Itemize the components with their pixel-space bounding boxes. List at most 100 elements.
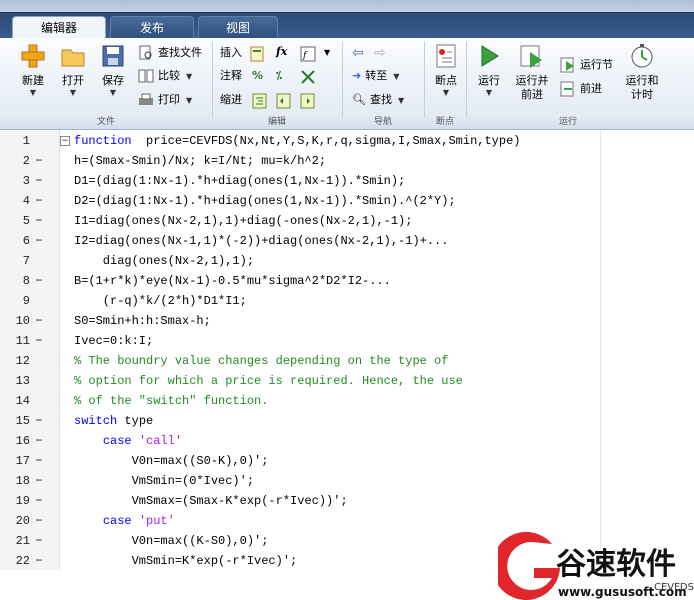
breakpoints-button[interactable]: 断点 ▼ [428, 42, 464, 98]
code-token: I2=diag(ones(Nx-1,1)*(-2))+diag(ones(Nx-… [74, 234, 449, 248]
code-line[interactable]: 7 diag(ones(Nx-2,1),1); [0, 251, 694, 271]
code-text: Ivec=0:k:I; [74, 331, 153, 351]
find-files-button[interactable]: 查找文件 [138, 44, 202, 62]
code-token: VmSmin=(0*Ivec)'; [74, 474, 255, 488]
code-text: % option for which a price is required. … [74, 371, 463, 391]
code-line[interactable]: 15− switch type [0, 411, 694, 431]
line-number: 15 [15, 414, 30, 428]
breakpoints-group-label: 断点 [435, 117, 454, 127]
new-button[interactable]: 新建 ▼ [14, 42, 52, 98]
percent-comment-icon[interactable]: % [252, 67, 263, 85]
breakpoint-marker[interactable]: − [34, 511, 44, 531]
insert-function-button[interactable]: fx [276, 43, 287, 61]
smart-indent-icon[interactable] [252, 93, 268, 109]
decrease-indent-icon[interactable] [276, 93, 292, 109]
code-text: D1=(diag(1:Nx-1).*h+diag(ones(1,Nx-1)).*… [74, 171, 405, 191]
chevron-down-icon[interactable]: ▼ [324, 44, 330, 62]
comment-button[interactable]: 注释 [220, 67, 242, 85]
advance-icon [560, 81, 574, 97]
code-text: (r-q)*k/(2*h)*D1*I1; [74, 291, 247, 311]
code-editor[interactable]: 1− function price=CEVFDS(Nx,Nt,Y,S,K,r,q,… [0, 130, 694, 570]
code-line[interactable]: 10− S0=Smin+h:h:Smax-h; [0, 311, 694, 331]
forward-arrow-icon[interactable]: ⇨ [374, 44, 386, 62]
run-button[interactable]: 运行 ▼ [472, 42, 506, 98]
code-token: 'call' [138, 434, 183, 448]
find-file-icon [139, 45, 152, 60]
line-number: 7 [22, 254, 30, 268]
breakpoint-marker[interactable]: − [34, 331, 44, 351]
edit-group-label: 编辑 [267, 117, 286, 127]
breakpoint-marker[interactable]: − [34, 411, 44, 431]
tab-publish[interactable]: 发布 [110, 16, 194, 39]
wrap-comment-icon[interactable]: ⁒ [276, 67, 282, 85]
code-token: diag(ones(Nx-2,1),1); [74, 254, 255, 268]
print-button[interactable]: 打印 ▼ [138, 91, 192, 109]
window-title-bar [0, 0, 694, 12]
code-token: % option for which a price is required. … [74, 374, 463, 388]
increase-indent-icon[interactable] [300, 93, 316, 109]
code-line[interactable]: 2− h=(Smax-Smin)/Nx; k=I/Nt; mu=k/h^2; [0, 151, 694, 171]
run-section-button[interactable]: 运行节 [560, 56, 613, 74]
breakpoint-marker[interactable]: − [34, 231, 44, 251]
insert-button[interactable]: 插入 [220, 44, 242, 62]
line-number: 8 [22, 274, 30, 288]
run-and-advance-button[interactable]: 运行并 前进 [512, 42, 552, 102]
group-divider [212, 42, 213, 118]
code-token: switch [74, 414, 118, 428]
code-line[interactable]: 8− B=(1+r*k)*eye(Nx-1)-0.5*mu*sigma^2*D2*… [0, 271, 694, 291]
breakpoint-marker[interactable]: − [34, 271, 44, 291]
breakpoint-marker[interactable]: − [34, 211, 44, 231]
save-button[interactable]: 保存 ▼ [94, 42, 132, 98]
tab-view[interactable]: 视图 [198, 16, 278, 39]
breakpoint-marker[interactable]: − [34, 471, 44, 491]
code-line[interactable]: 16− case 'call' [0, 431, 694, 451]
code-line[interactable]: 13 % option for which a price is required… [0, 371, 694, 391]
breakpoint-marker[interactable]: − [34, 311, 44, 331]
code-line[interactable]: 4− D2=(diag(1:Nx-1).*h+diag(ones(1,Nx-1))… [0, 191, 694, 211]
code-line[interactable]: 11− Ivec=0:k:I; [0, 331, 694, 351]
code-text: VmSmax=(Smax-K*exp(-r*Ivec))'; [74, 491, 348, 511]
breakpoint-marker[interactable]: − [34, 551, 44, 571]
back-arrow-icon[interactable]: ⇦ [352, 44, 364, 62]
run-and-time-button[interactable]: 运行和 计时 [622, 42, 662, 102]
breakpoint-marker[interactable]: − [34, 491, 44, 511]
breakpoint-marker[interactable]: − [34, 171, 44, 191]
breakpoint-icon [436, 44, 456, 68]
new-label: 新建 [22, 74, 44, 87]
breakpoint-marker[interactable]: − [34, 451, 44, 471]
uncomment-icon[interactable] [300, 69, 316, 85]
code-line[interactable]: 14 % of the "switch" function. [0, 391, 694, 411]
chevron-down-icon: ▼ [393, 72, 400, 81]
code-line[interactable]: 19− VmSmax=(Smax-K*exp(-r*Ivec))'; [0, 491, 694, 511]
goto-label: 转至 [365, 69, 388, 82]
code-line[interactable]: 3− D1=(diag(1:Nx-1).*h+diag(ones(1,Nx-1))… [0, 171, 694, 191]
breakpoint-marker[interactable]: − [34, 531, 44, 551]
code-token: I1=diag(ones(Nx-2,1),1)+diag(-ones(Nx-2,… [74, 214, 413, 228]
advance-button[interactable]: 前进 [560, 80, 602, 98]
code-token: (r-q)*k/(2*h)*D1*I1; [74, 294, 247, 308]
code-line[interactable]: 1 − function price=CEVFDS(Nx,Nt,Y,S,K,r,q,… [0, 131, 694, 151]
compare-button[interactable]: 比较 ▼ [138, 67, 192, 85]
code-line[interactable]: 20− case 'put' [0, 511, 694, 531]
function-browser-icon[interactable]: f [300, 46, 316, 62]
breakpoint-marker[interactable]: − [34, 431, 44, 451]
indent-button[interactable]: 缩进 [220, 91, 242, 109]
code-line[interactable]: 6− I2=diag(ones(Nx-1,1)*(-2))+diag(ones(N… [0, 231, 694, 251]
breakpoint-marker[interactable]: − [34, 151, 44, 171]
open-button[interactable]: 打开 ▼ [54, 42, 92, 98]
goto-button[interactable]: ➜ 转至 ▼ [352, 67, 399, 85]
tab-editor[interactable]: 编辑器 [12, 16, 106, 39]
code-line[interactable]: 12 % The boundry value changes depending … [0, 351, 694, 371]
find-button[interactable]: 🔍︎ 查找 ▼ [352, 91, 404, 109]
fold-toggle-icon[interactable]: − [60, 136, 70, 146]
breakpoint-marker[interactable]: − [34, 191, 44, 211]
plus-icon [21, 44, 45, 68]
code-line[interactable]: 5− I1=diag(ones(Nx-2,1),1)+diag(-ones(Nx-… [0, 211, 694, 231]
code-line[interactable]: 17− V0n=max((S0-K),0)'; [0, 451, 694, 471]
run-section-icon [560, 57, 574, 73]
goto-arrow-icon: ➜ [352, 69, 362, 82]
code-line[interactable]: 9 (r-q)*k/(2*h)*D1*I1; [0, 291, 694, 311]
insert-section-icon[interactable] [250, 46, 266, 62]
line-number: 2 [22, 154, 30, 168]
code-line[interactable]: 18− VmSmin=(0*Ivec)'; [0, 471, 694, 491]
